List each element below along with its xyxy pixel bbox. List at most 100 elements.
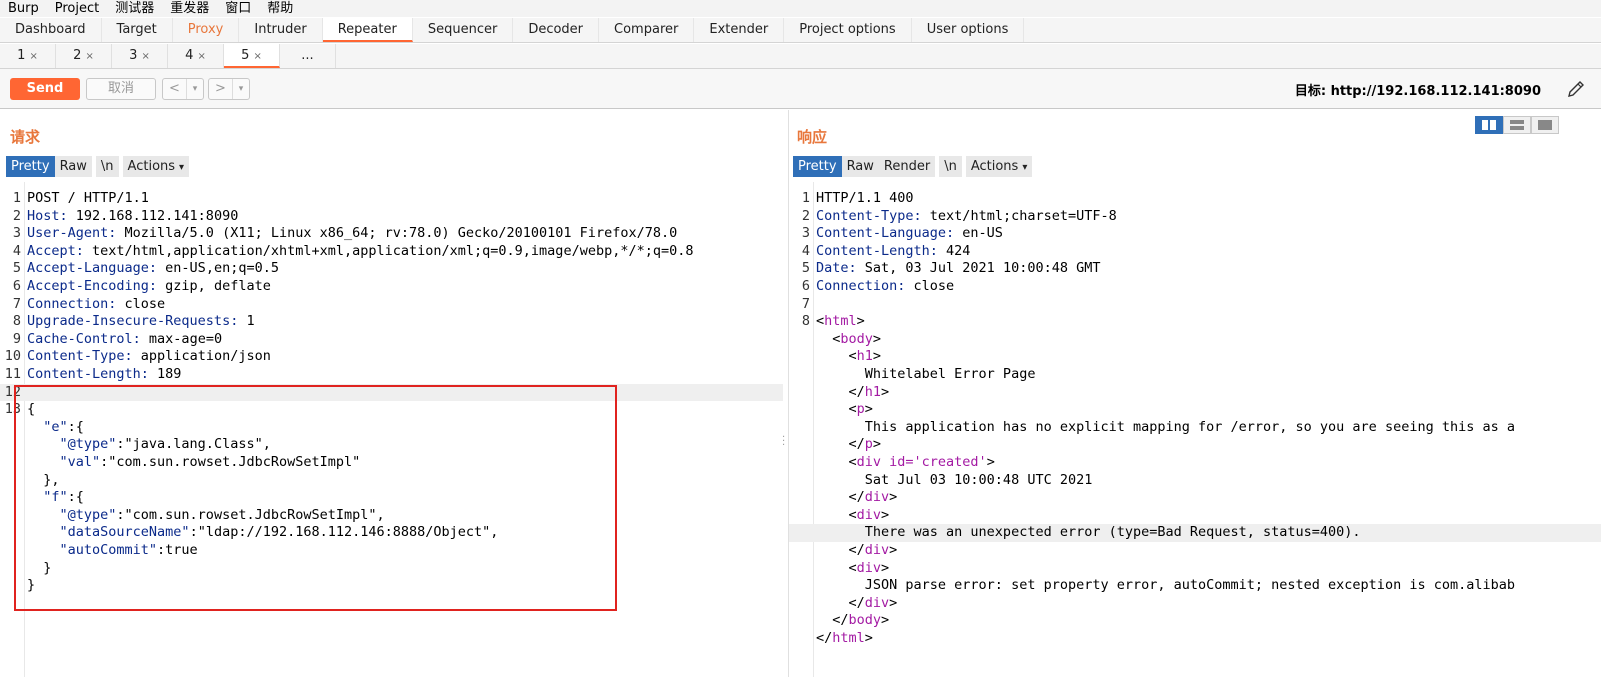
repeater-tab-1[interactable]: 1 × (0, 44, 56, 68)
code-text: Cache-Control: max-age=0 (27, 331, 222, 349)
close-icon[interactable]: × (197, 51, 205, 62)
header-key: Content-Type: (816, 207, 922, 224)
tab-decoder[interactable]: Decoder (513, 18, 600, 42)
tab-render[interactable]: Render (878, 156, 936, 177)
code-text: Upgrade-Insecure-Requests: 1 (27, 313, 255, 331)
tab-target[interactable]: Target (102, 18, 173, 42)
markup-text: </ (816, 542, 865, 558)
newline-toggle[interactable]: \n (939, 156, 962, 177)
html-tag-name: p (864, 436, 873, 453)
markup-text: There was an unexpected error (type=Bad … (816, 524, 1361, 541)
html-tag-name: div id='created' (856, 454, 987, 470)
code-line: Sat Jul 03 10:00:48 UTC 2021 (789, 472, 1601, 490)
response-editor[interactable]: 1 HTTP/1.1 400 2 Content-Type: text/html;ch… (789, 182, 1601, 677)
menu-intruder[interactable]: 测试器 (107, 1, 162, 16)
chevron-down-icon[interactable]: ▾ (233, 79, 249, 99)
request-view-tabs: Pretty Raw \n Actions ▾ (6, 156, 190, 177)
menu-help[interactable]: 帮助 (259, 1, 301, 16)
tab-raw[interactable]: Raw (54, 156, 92, 177)
html-tag-name: div (864, 489, 890, 506)
repeater-tab-new[interactable]: ... (280, 44, 336, 68)
header-value: application/json (132, 348, 271, 365)
header-value: 192.168.112.141:8090 (67, 207, 239, 224)
actions-menu[interactable]: Actions ▾ (122, 156, 190, 177)
tab-user-options[interactable]: User options (912, 18, 1025, 42)
tab-dashboard[interactable]: Dashboard (0, 18, 102, 42)
tab-intruder[interactable]: Intruder (239, 18, 323, 42)
close-icon[interactable]: × (253, 51, 261, 62)
header-key: User-Agent: (27, 225, 117, 242)
request-panel-title: 请求 (10, 128, 41, 146)
tab-pretty[interactable]: Pretty (6, 156, 55, 177)
repeater-tab-5[interactable]: 5 × (224, 44, 280, 68)
drag-handle-icon[interactable]: · · · (782, 433, 788, 451)
line-number: 3 (12, 225, 21, 242)
markup-text: < (816, 401, 857, 418)
tab-repeater[interactable]: Repeater (322, 18, 413, 42)
code-line: <div> (789, 507, 1601, 525)
menu-project[interactable]: Project (47, 1, 107, 16)
tab-sequencer[interactable]: Sequencer (413, 18, 514, 42)
close-icon[interactable]: × (29, 51, 37, 62)
code-text: Accept-Language: en-US,en;q=0.5 (27, 260, 279, 278)
menu-window[interactable]: 窗口 (217, 1, 259, 16)
code-line: Whitelabel Error Page (789, 366, 1601, 384)
html-tag-name: p (856, 401, 865, 418)
target-label: 目标: http://192.168.112.141:8090 (1294, 84, 1541, 99)
repeater-tab-3[interactable]: 3 × (112, 44, 168, 68)
code-line: 8 Upgrade-Insecure-Requests: 1 (0, 313, 783, 331)
actions-menu[interactable]: Actions ▾ (965, 156, 1033, 177)
split-view-icon[interactable] (1475, 116, 1503, 134)
markup-text: > (881, 612, 890, 629)
single-view-icon[interactable] (1531, 116, 1559, 134)
repeater-tab-2[interactable]: 2 × (56, 44, 112, 68)
line-number: 1 (12, 190, 21, 206)
newline-toggle[interactable]: \n (95, 156, 119, 177)
line-number: 6 (801, 278, 810, 294)
history-forward-button[interactable]: > ▾ (208, 78, 250, 100)
repeater-tab-4[interactable]: 4 × (168, 44, 224, 68)
code-text: Whitelabel Error Page (816, 366, 1036, 384)
line-number: 2 (12, 207, 21, 224)
code-text: Connection: close (816, 278, 954, 296)
markup-text: > (864, 401, 873, 418)
line-number: 2 (801, 207, 810, 224)
menu-burp[interactable]: Burp (0, 1, 47, 16)
tab-comparer[interactable]: Comparer (599, 18, 695, 42)
code-text: Content-Language: en-US (816, 225, 1003, 243)
code-line: This application has no explicit mapping… (789, 419, 1601, 437)
tab-pretty[interactable]: Pretty (793, 156, 842, 177)
code-line: There was an unexpected error (type=Bad … (789, 524, 1601, 542)
markup-text: > (872, 330, 882, 347)
tab-proxy[interactable]: Proxy (173, 18, 240, 42)
code-line: <div> (789, 560, 1601, 578)
cancel-button[interactable]: 取消 (86, 78, 156, 100)
code-text: Connection: close (27, 296, 165, 314)
markup-text: > (889, 489, 898, 506)
html-tag-name: div (864, 542, 890, 558)
markup-text: < (816, 559, 857, 576)
pencil-icon[interactable] (1565, 78, 1587, 100)
markup-text: < (816, 348, 857, 365)
horizontal-view-icon[interactable] (1503, 116, 1531, 134)
markup-text: > (872, 436, 882, 453)
header-value: 189 (148, 366, 182, 382)
tab-extender[interactable]: Extender (694, 18, 785, 42)
history-back-button[interactable]: < ▾ (162, 78, 204, 100)
send-button[interactable]: Send (10, 78, 80, 100)
repeater-tab-label: 5 (241, 48, 250, 63)
close-icon[interactable]: × (141, 51, 149, 62)
close-icon[interactable]: × (85, 51, 93, 62)
markup-text: text/html;charset=UTF-8 (921, 207, 1117, 224)
html-tag-name: h1 (856, 348, 873, 365)
tab-raw[interactable]: Raw (841, 156, 879, 177)
menu-repeater[interactable]: 重发器 (162, 1, 217, 16)
chevron-down-icon[interactable]: ▾ (187, 79, 203, 99)
code-line: 3 User-Agent: Mozilla/5.0 (X11; Linux x86… (0, 225, 783, 243)
code-line: 6 Connection: close (789, 278, 1601, 296)
code-line: 2 Content-Type: text/html;charset=UTF-8 (789, 208, 1601, 226)
header-value: POST / HTTP/1.1 (27, 190, 149, 206)
tab-project-options[interactable]: Project options (784, 18, 912, 42)
code-line: 3 Content-Language: en-US (789, 225, 1601, 243)
html-tag-name: div (864, 594, 890, 611)
